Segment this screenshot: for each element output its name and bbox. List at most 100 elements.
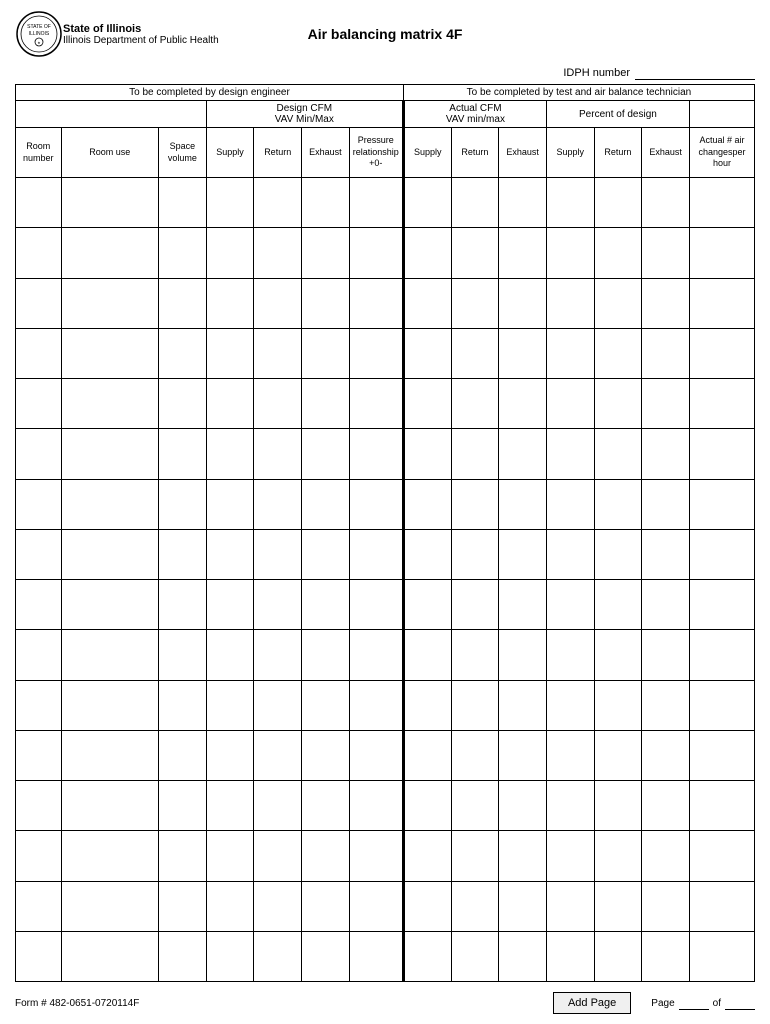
table-cell[interactable] xyxy=(451,580,499,630)
table-cell[interactable] xyxy=(642,630,690,680)
table-cell[interactable] xyxy=(206,228,254,278)
table-cell[interactable] xyxy=(159,831,207,881)
table-cell[interactable] xyxy=(499,228,547,278)
table-cell[interactable] xyxy=(16,278,62,328)
table-cell[interactable] xyxy=(16,931,62,981)
table-cell[interactable] xyxy=(594,580,642,630)
table-cell[interactable] xyxy=(302,881,350,931)
table-cell[interactable] xyxy=(499,429,547,479)
table-cell[interactable] xyxy=(349,479,403,529)
table-cell[interactable] xyxy=(61,630,159,680)
table-cell[interactable] xyxy=(61,580,159,630)
table-cell[interactable] xyxy=(594,630,642,680)
table-cell[interactable] xyxy=(61,881,159,931)
table-cell[interactable] xyxy=(349,429,403,479)
table-cell[interactable] xyxy=(546,178,594,228)
table-cell[interactable] xyxy=(254,178,302,228)
table-cell[interactable] xyxy=(642,831,690,881)
table-cell[interactable] xyxy=(349,881,403,931)
table-cell[interactable] xyxy=(159,278,207,328)
table-cell[interactable] xyxy=(206,529,254,579)
table-cell[interactable] xyxy=(642,278,690,328)
table-row[interactable] xyxy=(16,479,755,529)
table-row[interactable] xyxy=(16,881,755,931)
table-cell[interactable] xyxy=(689,178,754,228)
table-cell[interactable] xyxy=(546,379,594,429)
table-cell[interactable] xyxy=(254,580,302,630)
table-cell[interactable] xyxy=(451,630,499,680)
table-cell[interactable] xyxy=(254,730,302,780)
add-page-button[interactable]: Add Page xyxy=(553,992,631,1014)
table-cell[interactable] xyxy=(159,328,207,378)
table-row[interactable] xyxy=(16,630,755,680)
table-cell[interactable] xyxy=(642,730,690,780)
table-cell[interactable] xyxy=(349,529,403,579)
table-cell[interactable] xyxy=(61,730,159,780)
page-current[interactable] xyxy=(679,996,709,1010)
table-cell[interactable] xyxy=(499,328,547,378)
table-cell[interactable] xyxy=(642,881,690,931)
table-cell[interactable] xyxy=(206,479,254,529)
table-cell[interactable] xyxy=(254,328,302,378)
table-cell[interactable] xyxy=(642,379,690,429)
table-cell[interactable] xyxy=(689,781,754,831)
table-cell[interactable] xyxy=(349,680,403,730)
table-cell[interactable] xyxy=(16,328,62,378)
table-cell[interactable] xyxy=(546,630,594,680)
table-cell[interactable] xyxy=(546,529,594,579)
table-cell[interactable] xyxy=(16,228,62,278)
table-cell[interactable] xyxy=(159,580,207,630)
table-row[interactable] xyxy=(16,529,755,579)
table-cell[interactable] xyxy=(546,831,594,881)
table-cell[interactable] xyxy=(499,781,547,831)
table-cell[interactable] xyxy=(302,178,350,228)
table-cell[interactable] xyxy=(61,379,159,429)
table-cell[interactable] xyxy=(594,278,642,328)
table-cell[interactable] xyxy=(642,680,690,730)
table-cell[interactable] xyxy=(254,529,302,579)
table-cell[interactable] xyxy=(403,730,451,780)
table-cell[interactable] xyxy=(349,278,403,328)
table-cell[interactable] xyxy=(206,931,254,981)
table-cell[interactable] xyxy=(349,178,403,228)
table-cell[interactable] xyxy=(642,429,690,479)
table-cell[interactable] xyxy=(499,881,547,931)
table-cell[interactable] xyxy=(546,278,594,328)
table-cell[interactable] xyxy=(451,881,499,931)
table-cell[interactable] xyxy=(594,429,642,479)
table-cell[interactable] xyxy=(16,730,62,780)
table-cell[interactable] xyxy=(499,580,547,630)
table-cell[interactable] xyxy=(642,781,690,831)
table-cell[interactable] xyxy=(159,429,207,479)
table-cell[interactable] xyxy=(61,931,159,981)
table-cell[interactable] xyxy=(16,630,62,680)
table-cell[interactable] xyxy=(302,730,350,780)
table-cell[interactable] xyxy=(61,680,159,730)
table-cell[interactable] xyxy=(302,379,350,429)
table-row[interactable] xyxy=(16,278,755,328)
table-cell[interactable] xyxy=(16,429,62,479)
table-cell[interactable] xyxy=(403,529,451,579)
table-cell[interactable] xyxy=(302,228,350,278)
table-cell[interactable] xyxy=(451,178,499,228)
table-cell[interactable] xyxy=(403,228,451,278)
table-cell[interactable] xyxy=(499,529,547,579)
table-cell[interactable] xyxy=(689,630,754,680)
table-cell[interactable] xyxy=(594,781,642,831)
table-cell[interactable] xyxy=(302,580,350,630)
table-cell[interactable] xyxy=(689,328,754,378)
table-cell[interactable] xyxy=(254,479,302,529)
table-cell[interactable] xyxy=(689,429,754,479)
table-cell[interactable] xyxy=(206,379,254,429)
table-cell[interactable] xyxy=(499,479,547,529)
table-cell[interactable] xyxy=(451,781,499,831)
table-cell[interactable] xyxy=(16,379,62,429)
table-cell[interactable] xyxy=(206,580,254,630)
table-cell[interactable] xyxy=(499,379,547,429)
table-cell[interactable] xyxy=(689,379,754,429)
table-cell[interactable] xyxy=(349,831,403,881)
table-cell[interactable] xyxy=(206,781,254,831)
table-cell[interactable] xyxy=(546,429,594,479)
table-cell[interactable] xyxy=(451,680,499,730)
table-cell[interactable] xyxy=(642,479,690,529)
